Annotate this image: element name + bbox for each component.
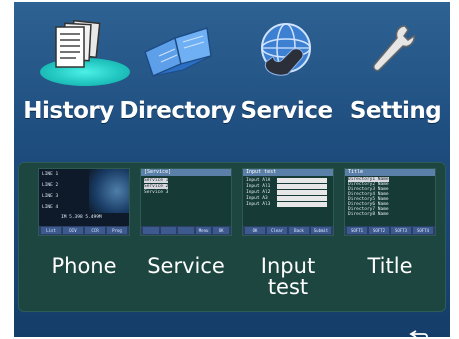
thumb-header: Title: [345, 169, 435, 176]
thumb-softkeys: OK Clear Back Submit: [243, 226, 333, 235]
thumb-line: LINE 3: [42, 194, 59, 199]
menu-item-title[interactable]: Title Directory1 Name Directory2 Name Di…: [342, 168, 438, 308]
thumb-item: Directory8 Name: [348, 212, 389, 217]
menu-label-input-test: Input test: [234, 256, 342, 298]
service-icon: [232, 12, 341, 87]
menu-label-service: Service: [240, 98, 333, 124]
thumb-field: Input Al2: [246, 190, 271, 195]
menu-label-setting: Setting: [349, 98, 442, 124]
menu-label-history: History: [23, 98, 114, 124]
thumb-field: Input Al1: [246, 184, 271, 189]
softkey: SOFT4: [413, 227, 433, 234]
thumb-field: Input A3: [246, 196, 268, 201]
thumb-wallpaper: [89, 169, 129, 213]
softkey: DIV: [63, 227, 83, 234]
menu-item-service[interactable]: Service: [232, 2, 341, 137]
thumb-line: LINE 4: [42, 205, 59, 210]
softkey: SOFT3: [391, 227, 411, 234]
menu-item-phone[interactable]: LINE 1 LINE 2 LINE 3 LINE 4 IM 5.398 5.4…: [36, 168, 132, 308]
softkey: [143, 227, 159, 234]
menu-item-input-test[interactable]: Input test Input AlA Input Al1 Input Al2…: [240, 168, 336, 308]
thumb-softkeys: Menu OK: [141, 226, 231, 235]
top-menu: History Directory Service Setting: [14, 2, 450, 137]
input-test-thumbnail: Input test Input AlA Input Al1 Input Al2…: [242, 168, 334, 236]
service-thumbnail: [Service] Service 1 Service 2 Service 3 …: [140, 168, 232, 236]
thumb-header: [Service]: [141, 169, 231, 176]
softkey: CCR: [85, 227, 105, 234]
history-icon: [14, 12, 123, 87]
thumb-softkeys: SOFT1 SOFT2 SOFT3 SOFT4: [345, 226, 435, 235]
directory-icon: [123, 12, 232, 87]
softkey: [160, 227, 177, 234]
thumb-item: Service 2: [144, 184, 169, 189]
softkey: OK: [245, 227, 265, 234]
thumb-status: IM 5.398 5.499M: [61, 215, 102, 220]
phone-screen: History Directory Service Setting LINE 1…: [14, 2, 450, 337]
menu-label-phone: Phone: [51, 254, 117, 278]
menu-item-service-app[interactable]: [Service] Service 1 Service 2 Service 3 …: [138, 168, 234, 308]
menu-label-title: Title: [367, 254, 413, 278]
softkey: Back: [289, 227, 309, 234]
softkey: Submit: [311, 227, 331, 234]
thumb-field: Input AlA: [246, 178, 271, 183]
menu-item-history[interactable]: History: [14, 2, 130, 137]
thumb-header: Input test: [243, 169, 333, 176]
thumb-field: Input Al3: [246, 202, 271, 207]
thumb-softkeys: List DIV CCR Prog: [39, 226, 129, 235]
softkey: SOFT1: [347, 227, 367, 234]
thumb-line: LINE 1: [42, 172, 59, 177]
softkey: SOFT2: [369, 227, 389, 234]
menu-label-service-app: Service: [147, 254, 225, 278]
label-line: test: [267, 275, 309, 299]
thumb-input-boxes: [277, 178, 327, 207]
softkey: [178, 227, 194, 234]
thumb-item: Service 1: [144, 178, 169, 183]
title-thumbnail: Title Directory1 Name Directory2 Name Di…: [344, 168, 436, 236]
softkey: List: [41, 227, 61, 234]
setting-icon: [341, 12, 450, 87]
phone-thumbnail: LINE 1 LINE 2 LINE 3 LINE 4 IM 5.398 5.4…: [38, 168, 130, 236]
softkey: Prog: [107, 227, 127, 234]
softkey: Clear: [267, 227, 287, 234]
menu-item-directory[interactable]: Directory: [119, 2, 236, 137]
softkey: OK: [213, 227, 229, 234]
thumb-item: Service 3: [144, 190, 169, 195]
back-icon[interactable]: [408, 326, 430, 337]
menu-label-directory: Directory: [119, 98, 236, 124]
thumb-line: LINE 2: [42, 183, 59, 188]
softkey: Menu: [195, 227, 212, 234]
menu-item-setting[interactable]: Setting: [341, 2, 450, 137]
